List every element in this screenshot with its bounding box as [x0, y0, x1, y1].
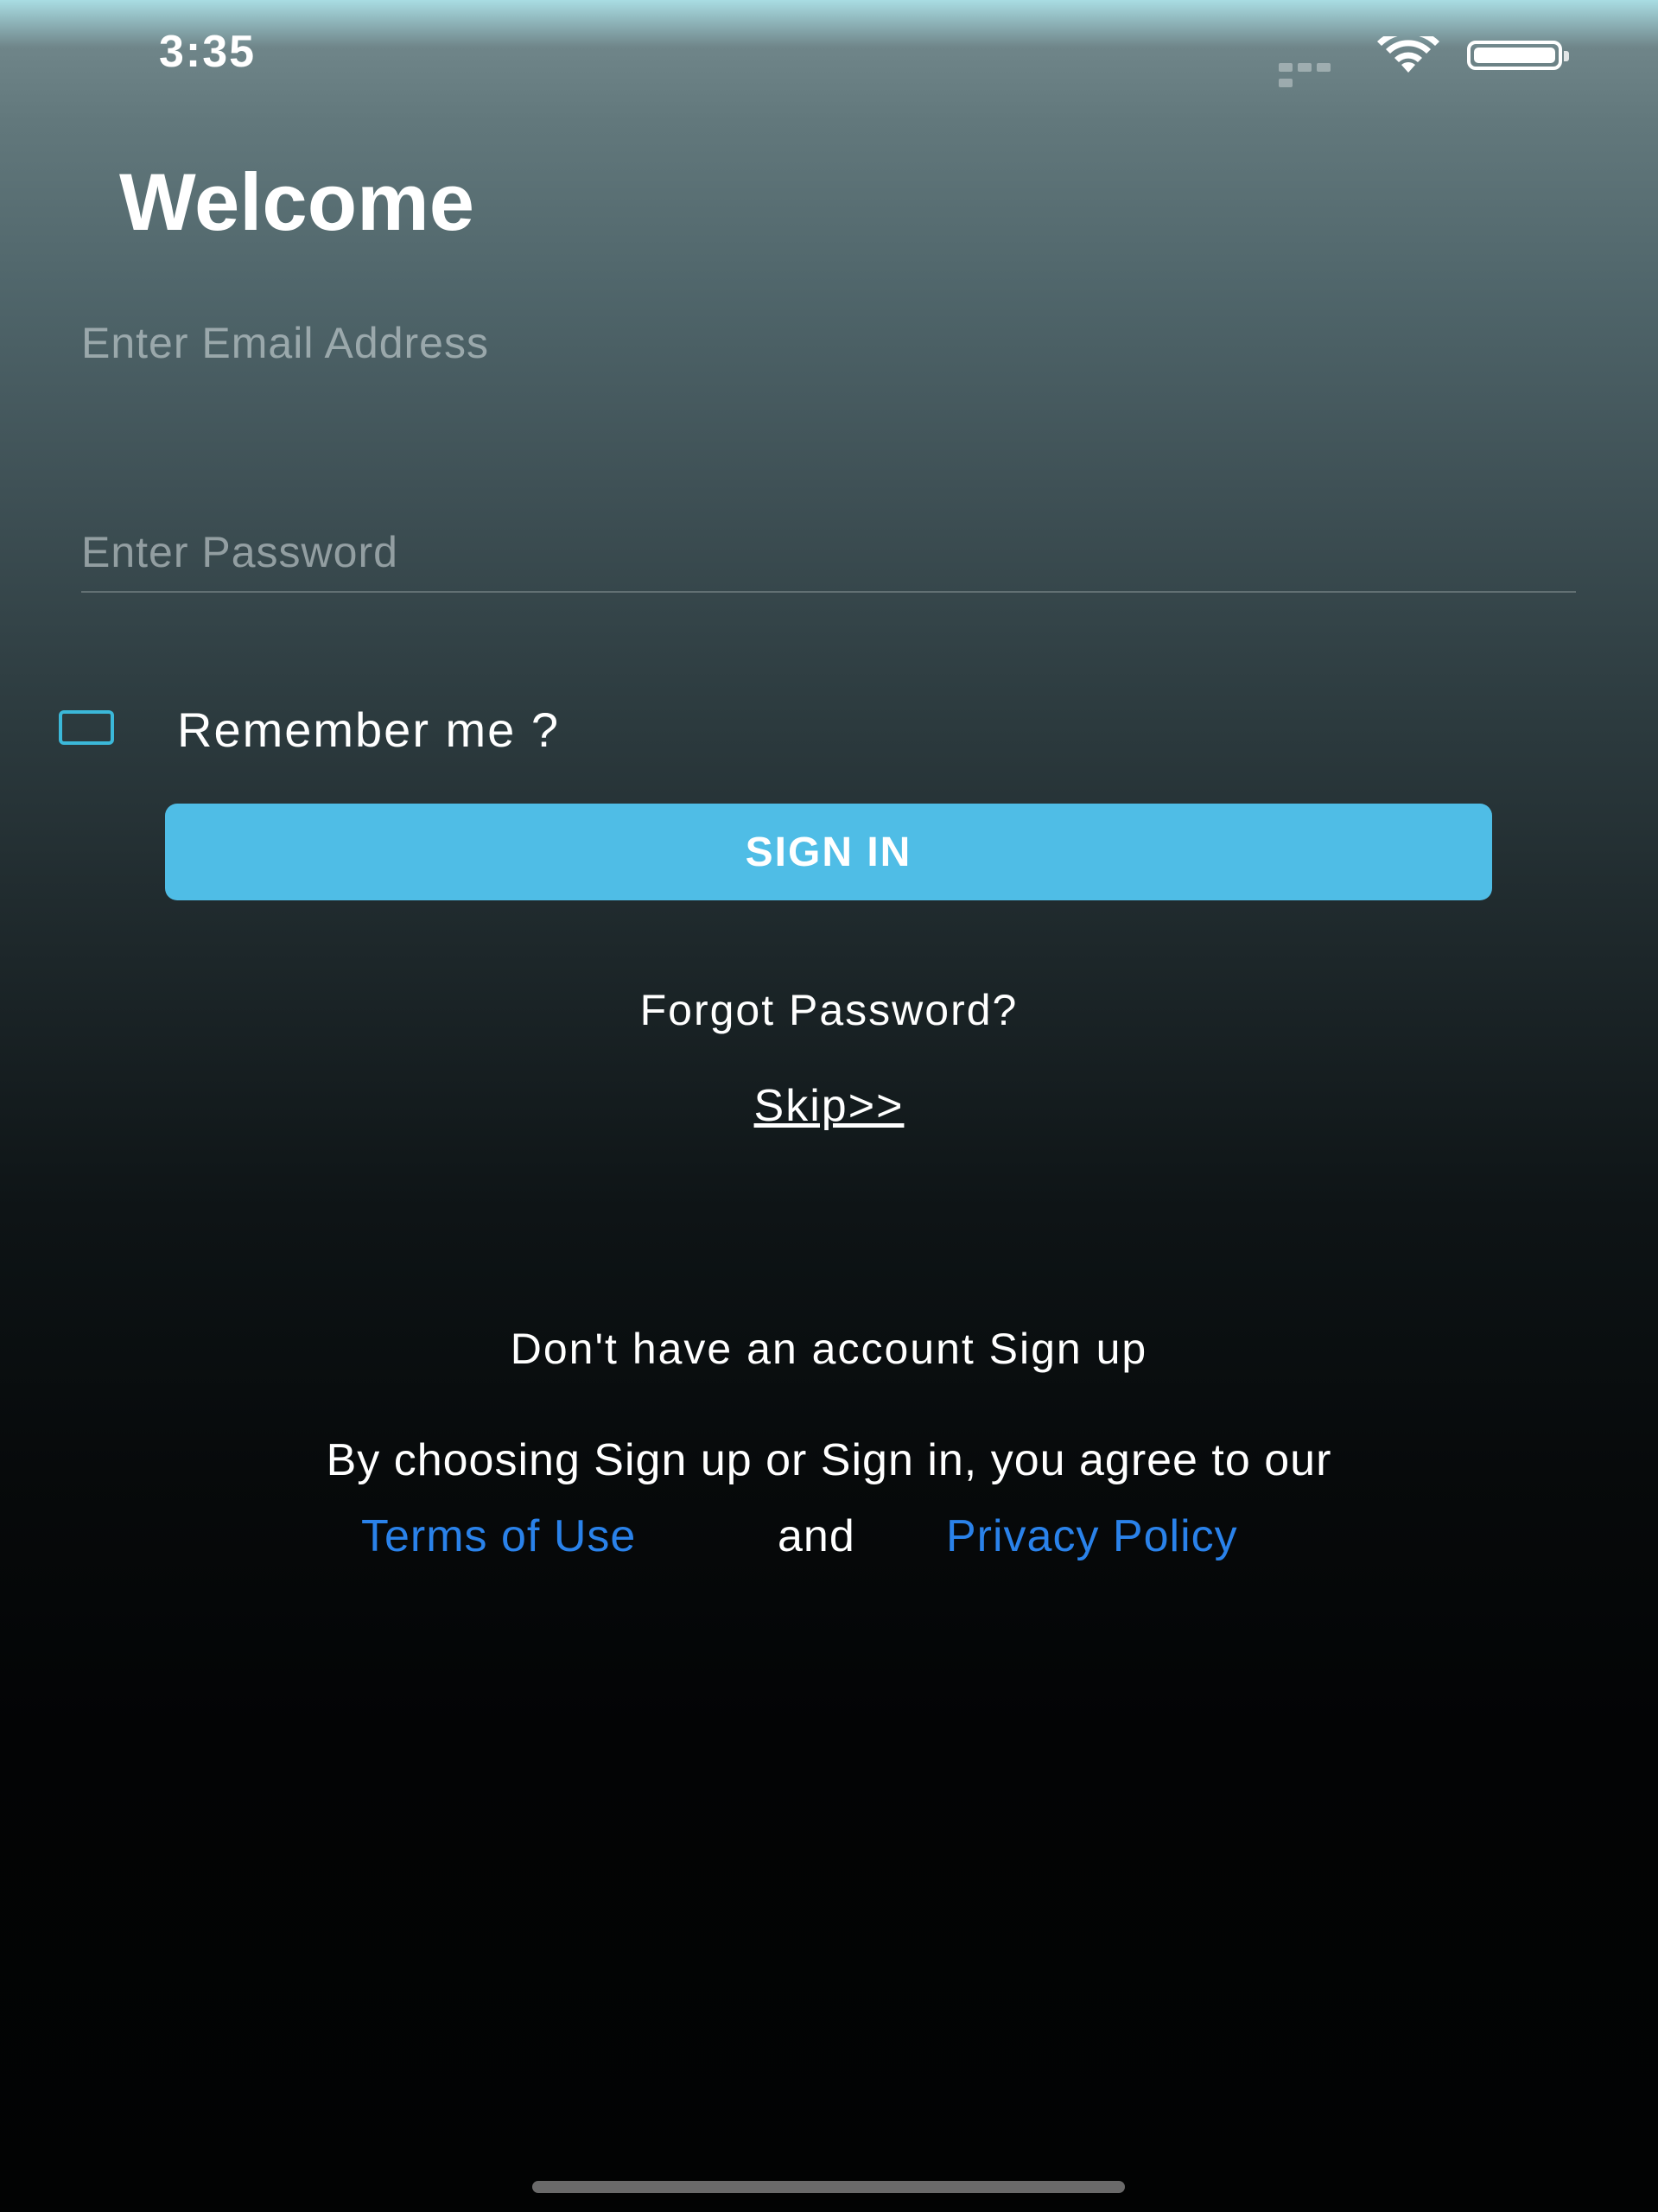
- battery-icon: [1467, 41, 1569, 70]
- terms-of-use-link[interactable]: Terms of Use: [361, 1510, 636, 1562]
- and-text: and: [778, 1511, 855, 1561]
- wifi-icon: [1377, 36, 1439, 73]
- home-indicator[interactable]: [532, 2181, 1125, 2193]
- agreement-text: By choosing Sign up or Sign in, you agre…: [326, 1435, 1332, 1485]
- remember-me-checkbox[interactable]: [59, 710, 114, 745]
- page-title: Welcome: [119, 156, 474, 247]
- sign-up-link[interactable]: Don't have an account Sign up: [0, 1324, 1658, 1374]
- password-underline: [81, 591, 1576, 593]
- login-screen: 3:35 Welcome Remember me ? SIGN IN Forgo…: [0, 0, 1658, 2212]
- skip-link[interactable]: Skip>>: [0, 1080, 1658, 1132]
- email-field[interactable]: [81, 304, 1576, 382]
- sign-in-button[interactable]: SIGN IN: [165, 804, 1492, 900]
- forgot-password-link[interactable]: Forgot Password?: [0, 985, 1658, 1035]
- signal-bars-icon: [1279, 60, 1353, 87]
- privacy-policy-link[interactable]: Privacy Policy: [946, 1510, 1238, 1562]
- password-field[interactable]: [81, 513, 1576, 591]
- remember-me-label: Remember me ?: [177, 702, 561, 757]
- legal-links-row: Terms of Use and Privacy Policy: [0, 1510, 1658, 1571]
- status-time: 3:35: [159, 27, 257, 77]
